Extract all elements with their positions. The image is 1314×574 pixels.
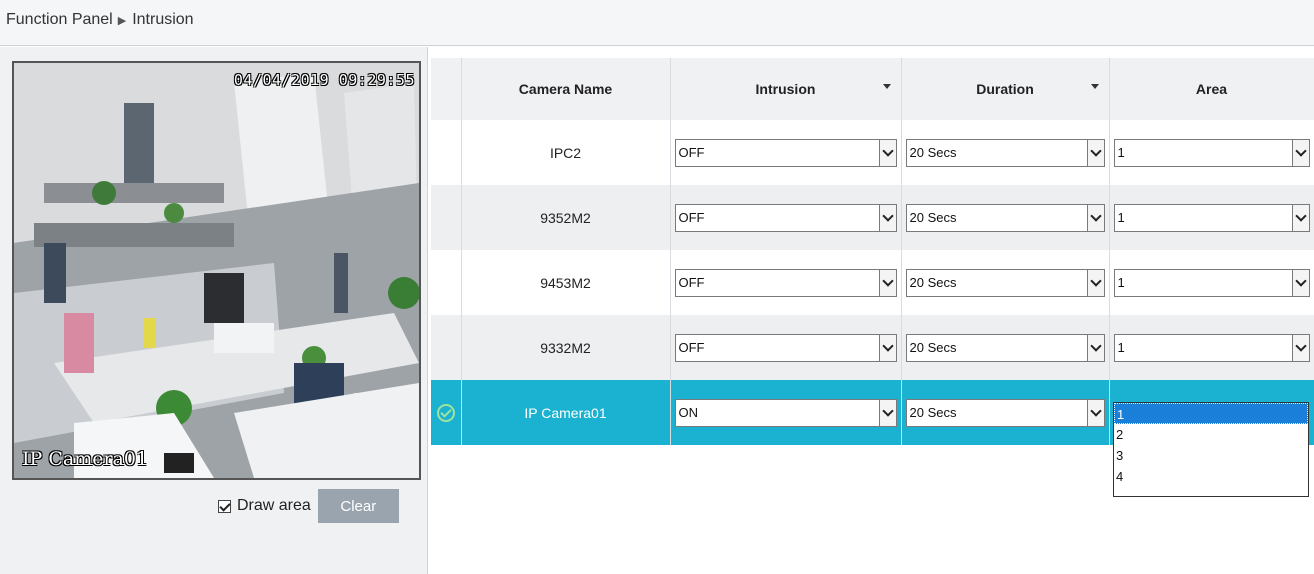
duration-sort-icon[interactable] xyxy=(1090,84,1099,89)
row-select-cell[interactable] xyxy=(431,380,462,445)
office-scene-image xyxy=(14,63,419,478)
top-bar: Function Panel ▶ Intrusion xyxy=(0,0,1314,46)
area-option[interactable]: 3 xyxy=(1114,445,1308,466)
breadcrumb-root[interactable]: Function Panel xyxy=(6,11,113,29)
table-header: Camera Name Intrusion Duration Area xyxy=(431,58,1314,120)
duration-select[interactable]: 20 Secs xyxy=(905,268,1105,297)
camera-name-cell: 9332M2 xyxy=(461,315,671,380)
area-dropdown-list[interactable]: 1 2 3 4 xyxy=(1113,402,1309,497)
breadcrumb-arrow-icon: ▶ xyxy=(117,14,127,27)
table-row[interactable]: 9332M2 OFF 20 Secs 1 xyxy=(431,315,1314,380)
intrusion-select[interactable]: OFF xyxy=(674,138,897,167)
intrusion-sort-icon[interactable] xyxy=(882,84,891,89)
chevron-down-icon[interactable] xyxy=(1086,399,1104,426)
camera-preview[interactable]: 04/04/2019 09:29:55 IP Camera01 xyxy=(12,61,421,480)
timestamp-overlay: 04/04/2019 09:29:55 xyxy=(233,71,415,89)
chevron-down-icon[interactable] xyxy=(1291,204,1309,231)
row-select-cell[interactable] xyxy=(431,250,462,315)
intrusion-table: Camera Name Intrusion Duration Area IPC2… xyxy=(431,58,1314,445)
header-area: Area xyxy=(1109,58,1314,120)
chevron-down-icon[interactable] xyxy=(878,269,896,296)
header-camera-name: Camera Name xyxy=(461,58,671,120)
table-row[interactable]: 9453M2 OFF 20 Secs 1 xyxy=(431,250,1314,315)
duration-select[interactable]: 20 Secs xyxy=(905,203,1105,232)
header-intrusion[interactable]: Intrusion xyxy=(670,58,902,120)
duration-select[interactable]: 20 Secs xyxy=(905,398,1105,427)
row-select-cell[interactable] xyxy=(431,315,462,380)
draw-area-checkbox[interactable] xyxy=(218,499,231,513)
chevron-down-icon[interactable] xyxy=(1291,139,1309,166)
area-option[interactable]: 4 xyxy=(1114,466,1308,487)
camera-name-cell: IPC2 xyxy=(461,120,671,185)
left-panel: 04/04/2019 09:29:55 IP Camera01 Draw are… xyxy=(0,47,428,574)
camera-name-cell: 9352M2 xyxy=(461,185,671,250)
area-select[interactable]: 1 xyxy=(1113,138,1310,167)
duration-select[interactable]: 20 Secs xyxy=(905,138,1105,167)
area-option[interactable]: 1 xyxy=(1114,403,1308,424)
chevron-down-icon[interactable] xyxy=(1291,269,1309,296)
camera-name-cell: 9453M2 xyxy=(461,250,671,315)
chevron-down-icon[interactable] xyxy=(1086,204,1104,231)
intrusion-select[interactable]: OFF xyxy=(674,268,897,297)
duration-select[interactable]: 20 Secs xyxy=(905,333,1105,362)
intrusion-select[interactable]: OFF xyxy=(674,203,897,232)
chevron-down-icon[interactable] xyxy=(878,204,896,231)
area-select[interactable]: 1 xyxy=(1113,268,1310,297)
breadcrumb-current: Intrusion xyxy=(132,11,194,28)
chevron-down-icon[interactable] xyxy=(1086,139,1104,166)
draw-area-row: Draw area Clear xyxy=(218,489,399,523)
row-select-cell[interactable] xyxy=(431,185,462,250)
chevron-down-icon[interactable] xyxy=(1086,334,1104,361)
camera-name-cell: IP Camera01 xyxy=(461,380,671,445)
table-row[interactable]: IPC2 OFF 20 Secs 1 xyxy=(431,120,1314,185)
area-option[interactable]: 2 xyxy=(1114,424,1308,445)
intrusion-select[interactable]: OFF xyxy=(674,333,897,362)
camera-label-overlay: IP Camera01 xyxy=(22,448,149,470)
check-circle-icon xyxy=(436,403,455,422)
chevron-down-icon[interactable] xyxy=(878,139,896,166)
chevron-down-icon[interactable] xyxy=(1291,334,1309,361)
area-select[interactable]: 1 xyxy=(1113,203,1310,232)
chevron-down-icon[interactable] xyxy=(1086,269,1104,296)
intrusion-select[interactable]: ON xyxy=(674,398,897,427)
header-duration[interactable]: Duration xyxy=(901,58,1110,120)
draw-area-label: Draw area xyxy=(237,497,311,514)
area-select[interactable]: 1 xyxy=(1113,333,1310,362)
breadcrumb: Function Panel ▶ Intrusion xyxy=(6,11,194,29)
chevron-down-icon[interactable] xyxy=(878,399,896,426)
row-select-cell[interactable] xyxy=(431,120,462,185)
clear-button[interactable]: Clear xyxy=(317,489,399,523)
chevron-down-icon[interactable] xyxy=(878,334,896,361)
header-select xyxy=(431,58,462,120)
table-row[interactable]: 9352M2 OFF 20 Secs 1 xyxy=(431,185,1314,250)
